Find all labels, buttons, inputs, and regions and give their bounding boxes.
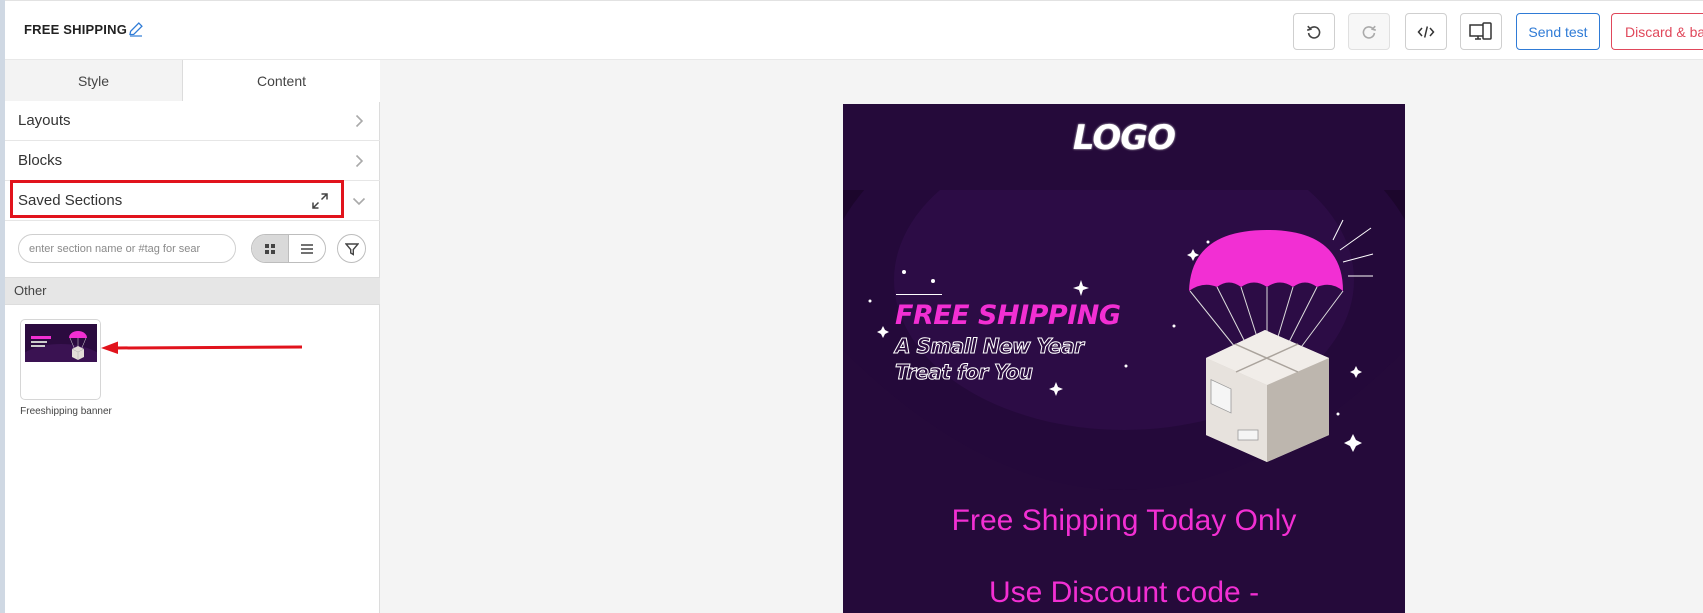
expand-icon[interactable] [311, 192, 329, 210]
saved-section-name: Freeshipping banner [20, 406, 112, 417]
grid-icon [265, 243, 275, 254]
accordion-layouts-label: Layouts [18, 112, 71, 129]
discard-and-back-button[interactable]: Discard & back [1611, 13, 1703, 50]
chevron-right-icon [355, 114, 364, 128]
hero-subline-1: A Small New Year [894, 334, 1084, 359]
view-toggle [251, 234, 326, 263]
chevron-down-icon [352, 197, 366, 206]
accordion-blocks[interactable]: Blocks [5, 141, 380, 181]
offer-line-2[interactable]: Use Discount code - [843, 576, 1405, 610]
tab-content[interactable]: Content [183, 60, 380, 102]
headline-rule [896, 294, 942, 295]
section-search-input[interactable] [18, 234, 236, 263]
undo-button[interactable] [1293, 13, 1335, 50]
hero-headline: FREE SHIPPING [895, 300, 1121, 331]
filter-icon [344, 242, 359, 256]
list-view-button[interactable] [289, 235, 325, 262]
tab-style[interactable]: Style [5, 60, 183, 101]
code-icon [1417, 25, 1435, 38]
redo-icon [1362, 25, 1377, 39]
panel-tabs: Style Content [5, 60, 380, 102]
saved-section-thumbnail [25, 324, 97, 362]
email-preview: LOGO FREE SHIPPING A Small New Year Trea… [843, 104, 1405, 613]
top-bar: FREE SHIPPING Send test Discard & back [5, 0, 1703, 60]
list-icon [301, 243, 313, 254]
saved-section-card[interactable] [20, 319, 101, 400]
hero-subline-2: Treat for You [895, 360, 1034, 385]
code-view-button[interactable] [1405, 13, 1447, 50]
saved-group-header: Other [5, 277, 380, 305]
template-title: FREE SHIPPING [24, 22, 128, 37]
device-preview-button[interactable] [1460, 13, 1502, 50]
grid-view-button[interactable] [252, 235, 289, 262]
filter-button[interactable] [337, 234, 366, 263]
email-hero-banner[interactable]: FREE SHIPPING A Small New Year Treat for… [843, 190, 1405, 490]
email-logo: LOGO [1072, 118, 1176, 158]
edit-pencil-icon[interactable] [127, 20, 145, 38]
devices-icon [1469, 21, 1492, 40]
send-test-button[interactable]: Send test [1516, 13, 1600, 50]
editor-side-panel: Style Content Layouts Blocks Saved Secti… [5, 60, 380, 613]
accordion-saved-sections-label: Saved Sections [18, 192, 123, 209]
accordion-blocks-label: Blocks [18, 152, 63, 169]
redo-button[interactable] [1348, 13, 1390, 50]
offer-line-1[interactable]: Free Shipping Today Only [843, 504, 1405, 538]
accordion-layouts[interactable]: Layouts [5, 101, 380, 141]
red-arrow-annotation [101, 341, 303, 354]
undo-icon [1306, 25, 1321, 39]
chevron-right-icon [355, 154, 364, 168]
